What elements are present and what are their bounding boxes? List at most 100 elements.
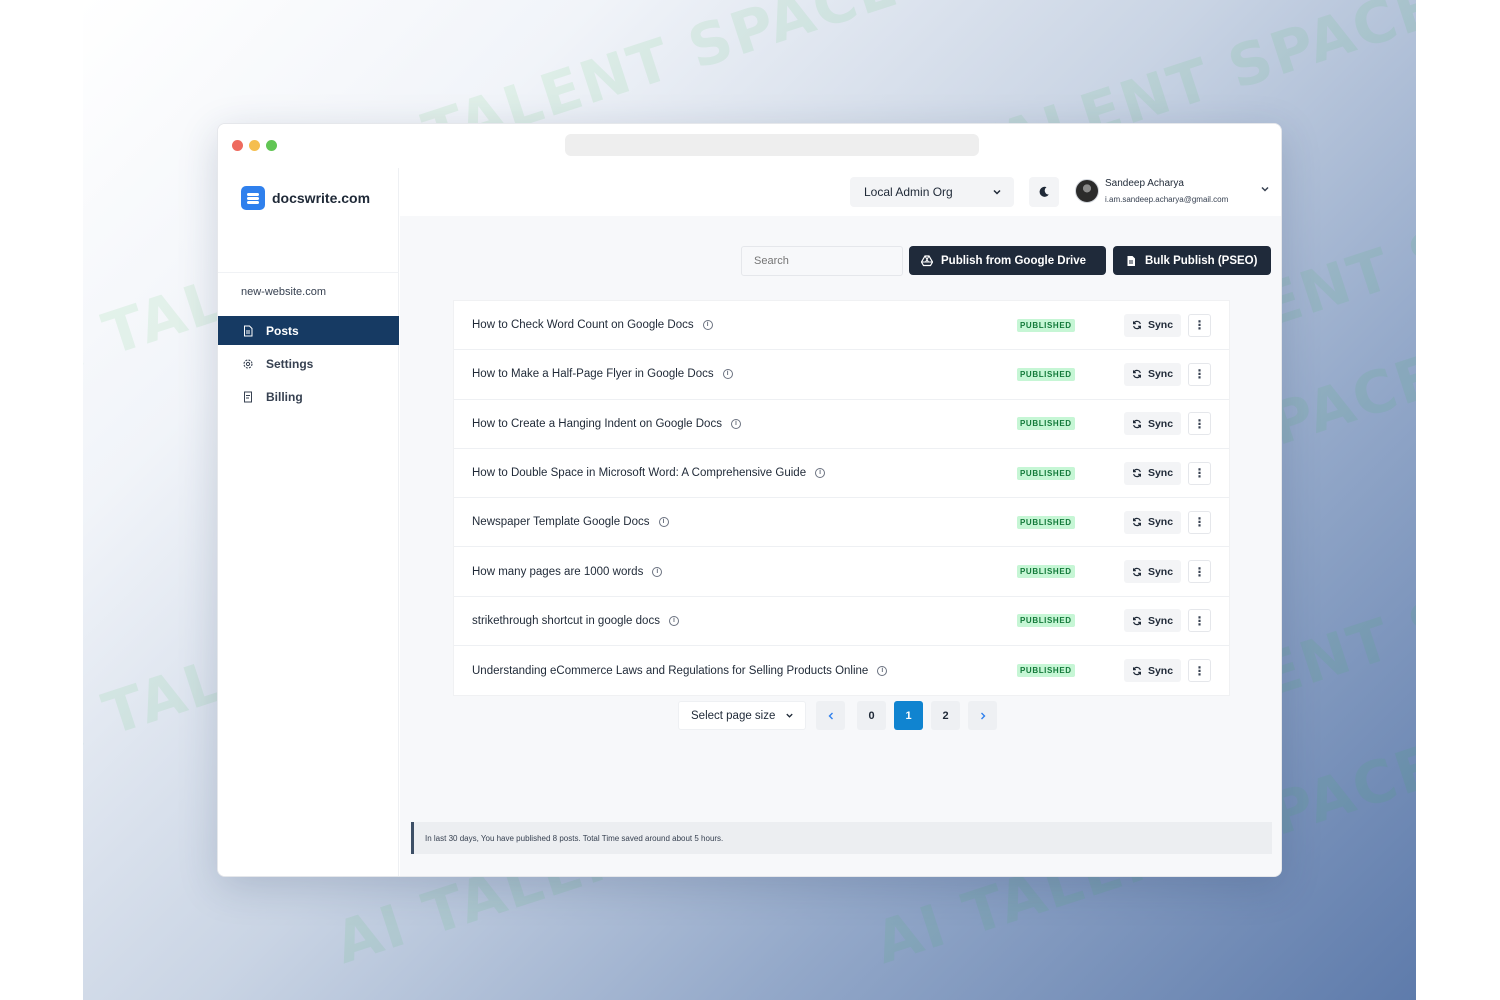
- post-title[interactable]: Newspaper Template Google Docs i: [472, 516, 669, 528]
- chevron-right-icon: [980, 712, 985, 719]
- sync-button[interactable]: Sync: [1124, 510, 1181, 534]
- status-badge: PUBLISHED: [1017, 515, 1075, 529]
- user-email: i.am.sandeep.acharya@gmail.com: [1105, 195, 1229, 204]
- post-title-text: How many pages are 1000 words: [472, 565, 644, 578]
- sync-icon: [1132, 370, 1141, 379]
- org-select[interactable]: Local Admin Org: [850, 177, 1014, 207]
- post-title[interactable]: How many pages are 1000 words i: [472, 565, 663, 578]
- list-item[interactable]: How to Make a Half-Page Flyer in Google …: [454, 350, 1229, 400]
- status-badge: PUBLISHED: [1017, 466, 1075, 480]
- browser-window: docswrite.com new-website.com Posts Sett…: [217, 123, 1282, 877]
- info-icon[interactable]: i: [815, 468, 826, 479]
- info-icon[interactable]: i: [658, 517, 669, 528]
- sync-label: Sync: [1147, 614, 1174, 627]
- user-name: Sandeep Acharya: [1105, 178, 1184, 189]
- status-badge: PUBLISHED: [1017, 614, 1075, 628]
- more-options-icon[interactable]: ⋮: [1188, 461, 1211, 485]
- sync-label: Sync: [1147, 565, 1174, 578]
- page-button-0[interactable]: 0: [857, 701, 886, 730]
- sync-button[interactable]: Sync: [1124, 560, 1181, 584]
- posts-list: How to Check Word Count on Google Docs i …: [453, 300, 1230, 697]
- sync-label: Sync: [1147, 467, 1174, 480]
- post-title-text: How to Double Space in Microsoft Word: A…: [472, 467, 807, 480]
- list-item[interactable]: How many pages are 1000 words i PUBLISHED…: [454, 547, 1229, 597]
- next-page-button[interactable]: [968, 701, 997, 730]
- top-bar: Local Admin Org Sandeep Acharya i.am.san…: [400, 168, 1281, 216]
- more-options-icon[interactable]: ⋮: [1188, 659, 1211, 683]
- document-icon: [1127, 255, 1135, 266]
- post-title[interactable]: strikethrough shortcut in google docs i: [472, 615, 679, 627]
- user-menu-chevron-icon[interactable]: [1260, 184, 1270, 194]
- info-icon[interactable]: i: [668, 615, 679, 626]
- avatar[interactable]: [1075, 179, 1099, 203]
- post-title-text: Understanding eCommerce Laws and Regulat…: [472, 664, 869, 677]
- sidebar-item-label: Settings: [266, 356, 314, 371]
- sync-button[interactable]: Sync: [1124, 609, 1181, 633]
- receipt-icon: [244, 391, 252, 402]
- post-title[interactable]: How to Check Word Count on Google Docs i: [472, 319, 713, 331]
- sync-button[interactable]: Sync: [1124, 412, 1181, 436]
- publish-from-google-drive-button[interactable]: Publish from Google Drive: [909, 246, 1106, 275]
- sync-button[interactable]: Sync: [1124, 461, 1181, 485]
- info-icon[interactable]: i: [652, 566, 663, 577]
- close-window-button[interactable]: [232, 140, 243, 151]
- post-title-text: How to Create a Hanging Indent on Google…: [472, 417, 722, 430]
- list-item[interactable]: strikethrough shortcut in google docs i P…: [454, 597, 1229, 647]
- more-options-icon[interactable]: ⋮: [1188, 510, 1211, 534]
- theme-toggle-button[interactable]: [1029, 177, 1059, 207]
- page-button-2[interactable]: 2: [931, 701, 960, 730]
- sync-button[interactable]: Sync: [1124, 362, 1181, 386]
- post-title-text: Newspaper Template Google Docs: [472, 516, 650, 529]
- sync-button[interactable]: Sync: [1124, 313, 1181, 337]
- sidebar: docswrite.com new-website.com Posts Sett…: [218, 168, 399, 876]
- more-options-icon[interactable]: ⋮: [1188, 609, 1211, 633]
- post-title[interactable]: How to Create a Hanging Indent on Google…: [472, 418, 741, 430]
- sidebar-item-billing[interactable]: Billing: [218, 382, 399, 411]
- more-options-icon[interactable]: ⋮: [1188, 560, 1211, 584]
- address-bar[interactable]: [565, 134, 979, 156]
- status-badge: PUBLISHED: [1017, 417, 1075, 431]
- post-title-text: strikethrough shortcut in google docs: [472, 614, 660, 627]
- info-icon[interactable]: i: [877, 665, 888, 676]
- org-select-value: Local Admin Org: [864, 185, 953, 199]
- more-options-icon[interactable]: ⋮: [1188, 412, 1211, 436]
- page-size-select[interactable]: Select page size: [678, 701, 806, 730]
- post-title[interactable]: Understanding eCommerce Laws and Regulat…: [472, 664, 888, 677]
- search-input[interactable]: [741, 246, 903, 276]
- list-item[interactable]: Understanding eCommerce Laws and Regulat…: [454, 646, 1229, 695]
- document-icon: [244, 325, 253, 336]
- sync-button[interactable]: Sync: [1124, 659, 1181, 683]
- brand[interactable]: docswrite.com: [241, 186, 370, 210]
- post-title[interactable]: How to Make a Half-Page Flyer in Google …: [472, 368, 733, 380]
- previous-page-button[interactable]: [816, 701, 845, 730]
- list-item[interactable]: Newspaper Template Google Docs i PUBLISHE…: [454, 498, 1229, 548]
- sync-icon: [1132, 616, 1141, 626]
- sidebar-item-posts[interactable]: Posts: [218, 316, 399, 345]
- sidebar-item-settings[interactable]: Settings: [218, 349, 399, 378]
- chevron-down-icon: [786, 713, 793, 718]
- list-item[interactable]: How to Double Space in Microsoft Word: A…: [454, 449, 1229, 499]
- sync-icon: [1132, 468, 1141, 478]
- minimize-window-button[interactable]: [249, 140, 260, 151]
- maximize-window-button[interactable]: [266, 140, 277, 151]
- window-titlebar: [218, 124, 1281, 168]
- list-item[interactable]: How to Create a Hanging Indent on Google…: [454, 400, 1229, 449]
- info-icon[interactable]: i: [730, 418, 741, 429]
- more-options-icon[interactable]: ⋮: [1188, 362, 1211, 386]
- docswrite-logo-icon: [241, 186, 265, 210]
- sidebar-item-label: Billing: [266, 389, 303, 404]
- sidebar-nav: Posts Settings Billing: [218, 316, 399, 415]
- more-options-icon[interactable]: ⋮: [1188, 313, 1211, 337]
- bulk-publish-button[interactable]: Bulk Publish (PSEO): [1113, 246, 1271, 275]
- sync-label: Sync: [1147, 516, 1174, 529]
- publish-summary-notice: In last 30 days, You have published 8 po…: [411, 822, 1272, 854]
- site-name: new-website.com: [241, 286, 326, 298]
- info-icon[interactable]: i: [722, 369, 733, 380]
- sidebar-item-label: Posts: [266, 323, 299, 338]
- list-item[interactable]: How to Check Word Count on Google Docs i …: [454, 301, 1229, 351]
- divider: [218, 272, 399, 273]
- info-icon[interactable]: i: [702, 320, 713, 331]
- post-title-text: How to Check Word Count on Google Docs: [472, 319, 694, 332]
- page-button-1[interactable]: 1: [894, 701, 923, 730]
- post-title[interactable]: How to Double Space in Microsoft Word: A…: [472, 467, 826, 480]
